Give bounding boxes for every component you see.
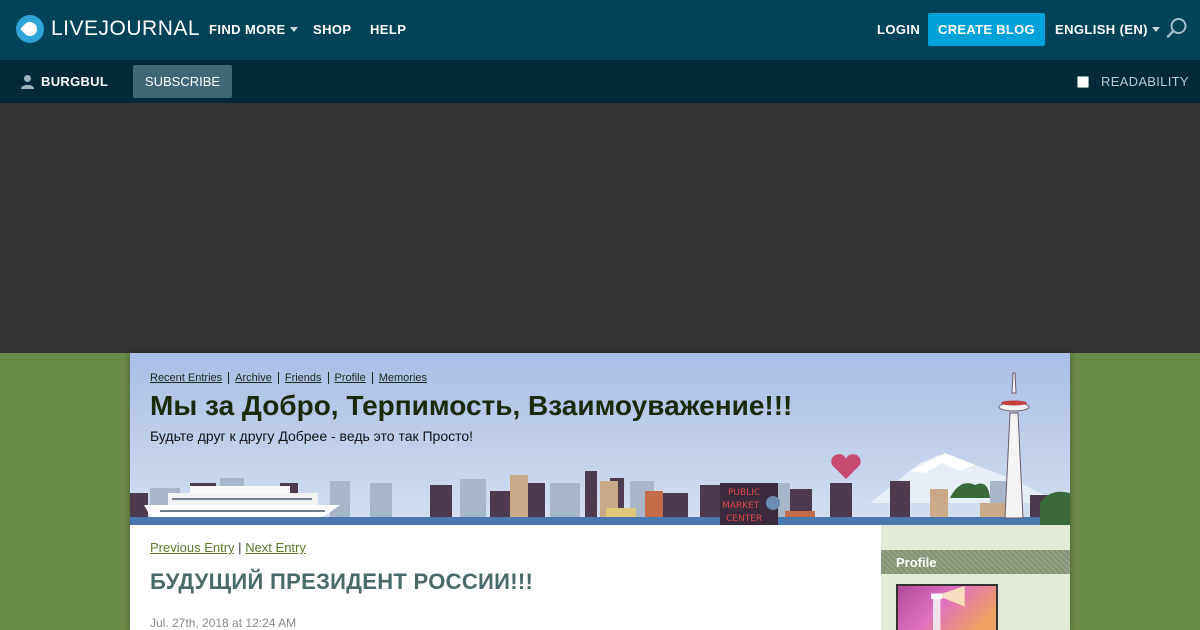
- nav-divider: [277, 372, 279, 384]
- journal-header: PUBLIC MARKET CENTER Recent Entries Arch…: [130, 353, 1070, 525]
- ad-placeholder: [0, 103, 1200, 353]
- previous-entry-link[interactable]: Previous Entry: [150, 540, 235, 555]
- login-link[interactable]: LOGIN: [877, 22, 920, 37]
- nav-find-more-label: FIND MORE: [209, 22, 286, 37]
- entry-navigation: Previous Entry | Next Entry: [150, 540, 306, 555]
- readability-toggle[interactable]: READABILITY: [1077, 74, 1189, 89]
- journal-nav-links: Recent Entries Archive Friends Profile M…: [150, 372, 427, 384]
- journal-title: Мы за Добро, Терпимость, Взаимоуважение!…: [150, 390, 793, 421]
- journal-user[interactable]: BURGBUL: [20, 74, 108, 89]
- svg-text:MARKET: MARKET: [722, 501, 760, 511]
- next-entry-link[interactable]: Next Entry: [245, 540, 306, 555]
- user-icon: [21, 75, 34, 89]
- nav-divider: [327, 372, 329, 384]
- readability-checkbox[interactable]: [1077, 75, 1089, 88]
- language-selector[interactable]: ENGLISH (EN): [1055, 22, 1160, 37]
- readability-label: READABILITY: [1101, 74, 1189, 89]
- journal-subtitle: Будьте друг к другу Добрее - ведь это та…: [150, 428, 474, 444]
- userpic-avatar[interactable]: [896, 584, 998, 630]
- nav-memories[interactable]: Memories: [379, 372, 427, 384]
- svg-text:CENTER: CENTER: [726, 514, 762, 524]
- nav-archive[interactable]: Archive: [235, 372, 272, 384]
- livejournal-logo[interactable]: LIVEJOURNAL: [16, 15, 200, 43]
- create-blog-button[interactable]: CREATE BLOG: [928, 13, 1045, 46]
- nav-find-more[interactable]: FIND MORE: [209, 22, 298, 37]
- nav-friends[interactable]: Friends: [285, 372, 322, 384]
- entry-title[interactable]: БУДУЩИЙ ПРЕЗИДЕНТ РОССИИ!!!: [150, 569, 533, 595]
- top-navigation: LIVEJOURNAL FIND MORE SHOP HELP LOGIN CR…: [0, 0, 1200, 60]
- search-icon[interactable]: [1166, 17, 1188, 39]
- subscribe-button[interactable]: SUBSCRIBE: [133, 65, 232, 98]
- nav-divider: [228, 372, 230, 384]
- chevron-down-icon: [1151, 27, 1160, 32]
- nav-divider: [371, 372, 373, 384]
- entry-content: Previous Entry | Next Entry БУДУЩИЙ ПРЕЗ…: [130, 525, 881, 630]
- entry-nav-separator: |: [238, 540, 242, 555]
- journal-toolbar: BURGBUL SUBSCRIBE READABILITY: [0, 60, 1200, 103]
- entry-date: Jul. 27th, 2018 at 12:24 AM: [150, 616, 297, 630]
- svg-text:PUBLIC: PUBLIC: [728, 488, 760, 498]
- nav-help[interactable]: HELP: [370, 22, 406, 37]
- chevron-down-icon: [289, 27, 298, 32]
- journal-sidebar: Profile: [881, 525, 1070, 630]
- journal-container: PUBLIC MARKET CENTER Recent Entries Arch…: [130, 353, 1070, 630]
- username: BURGBUL: [41, 74, 109, 89]
- sidebar-profile-heading: Profile: [881, 550, 1070, 574]
- nav-profile[interactable]: Profile: [335, 372, 366, 384]
- lighthouse-icon: [931, 586, 965, 630]
- livejournal-logo-icon: [16, 15, 44, 43]
- logo-text: LIVEJOURNAL: [51, 17, 201, 40]
- language-label: ENGLISH (EN): [1055, 22, 1148, 37]
- nav-shop[interactable]: SHOP: [313, 22, 351, 37]
- nav-recent-entries[interactable]: Recent Entries: [150, 372, 222, 384]
